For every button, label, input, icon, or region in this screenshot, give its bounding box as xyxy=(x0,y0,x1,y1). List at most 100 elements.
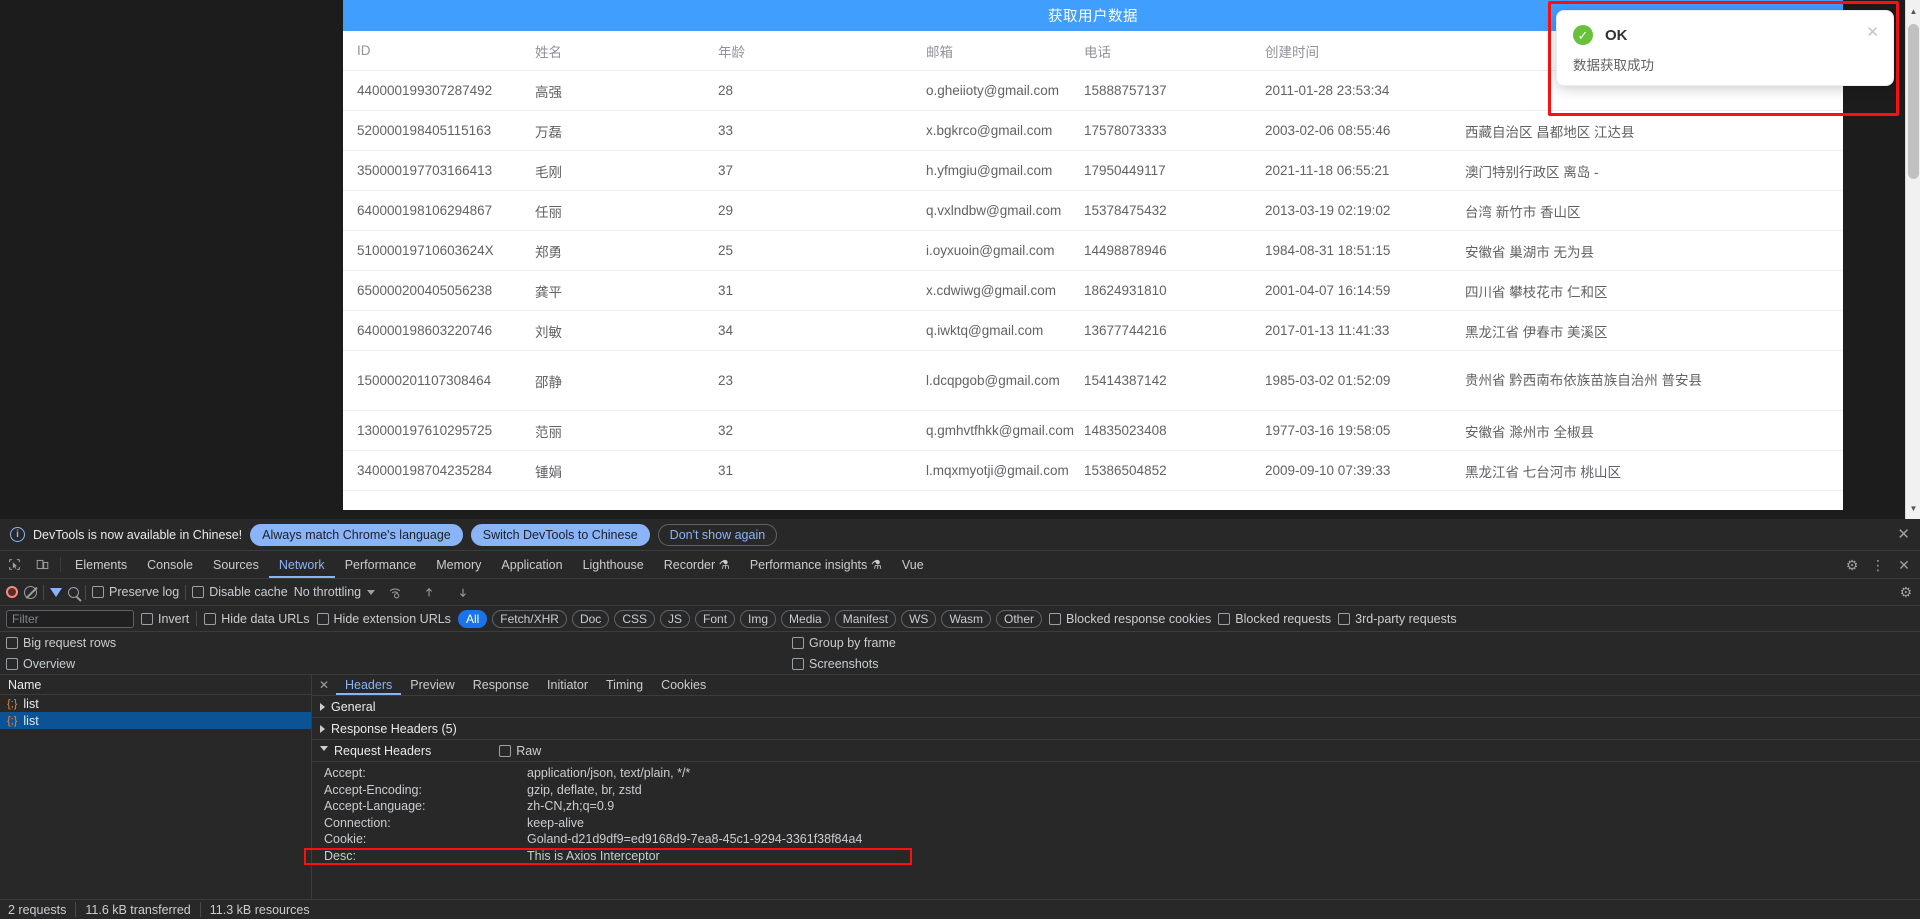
banner-close-icon[interactable]: ✕ xyxy=(1897,527,1910,542)
requests-list-panel: Name {;} list {;} list xyxy=(0,675,312,900)
raw-checkbox[interactable]: Raw xyxy=(499,744,541,758)
cell-phone: 18624931810 xyxy=(1084,283,1167,298)
request-header-value: keep-alive xyxy=(527,815,584,830)
type-filter-manifest[interactable]: Manifest xyxy=(834,609,897,628)
cell-age: 28 xyxy=(718,83,734,98)
detail-tab-initiator[interactable]: Initiator xyxy=(538,675,597,695)
json-file-icon: {;} xyxy=(7,697,18,710)
cell-id: 130000197610295725 xyxy=(357,423,493,438)
filter-icon[interactable] xyxy=(50,587,62,597)
chevron-right-icon xyxy=(320,724,325,733)
devtools-tab-lighthouse[interactable]: Lighthouse xyxy=(573,551,654,578)
type-filter-doc[interactable]: Doc xyxy=(571,609,610,628)
requests-column-header: Name xyxy=(0,675,311,695)
import-har-icon[interactable] xyxy=(415,586,443,599)
scroll-up-icon[interactable]: ▲ xyxy=(1906,3,1920,19)
detail-tab-cookies[interactable]: Cookies xyxy=(652,675,715,695)
search-icon[interactable] xyxy=(68,586,79,598)
type-filter-ws[interactable]: WS xyxy=(901,609,937,628)
cell-age: 23 xyxy=(718,373,734,388)
preserve-log-checkbox[interactable]: Preserve log xyxy=(92,585,179,599)
devtools-tab-console[interactable]: Console xyxy=(137,551,203,578)
devtools-tab-sources[interactable]: Sources xyxy=(203,551,269,578)
third-party-requests-label: 3rd-party requests xyxy=(1355,611,1457,626)
more-options-icon[interactable]: ⋮ xyxy=(1866,557,1890,574)
network-conditions-icon[interactable] xyxy=(381,586,409,599)
switch-to-chinese-button[interactable]: Switch DevTools to Chinese xyxy=(470,523,650,546)
chevron-right-icon xyxy=(320,702,325,711)
always-match-language-button[interactable]: Always match Chrome's language xyxy=(250,523,463,546)
filter-input[interactable] xyxy=(6,609,134,628)
scrollbar-thumb[interactable] xyxy=(1908,24,1919,179)
devtools-tab-application[interactable]: Application xyxy=(491,551,572,578)
section-general-label: General xyxy=(331,699,376,714)
devtools-tab-performance-insights[interactable]: Performance insights ⚗ xyxy=(740,551,892,578)
type-filter-js[interactable]: JS xyxy=(660,609,691,628)
devtools-tab-vue[interactable]: Vue xyxy=(892,551,934,578)
detail-tab-preview[interactable]: Preview xyxy=(401,675,463,695)
hide-extension-urls-checkbox[interactable]: Hide extension URLs xyxy=(316,612,451,626)
devtools-tab-memory[interactable]: Memory xyxy=(426,551,491,578)
cell-address: 黑龙江省 伊春市 美溪区 xyxy=(1465,324,1608,340)
section-general[interactable]: General xyxy=(312,696,1920,718)
gear-icon[interactable]: ⚙ xyxy=(1840,557,1864,574)
type-filter-media[interactable]: Media xyxy=(781,609,830,628)
screenshots-checkbox[interactable]: Screenshots xyxy=(792,657,878,671)
invert-label: Invert xyxy=(158,611,190,626)
blocked-requests-label: Blocked requests xyxy=(1235,611,1332,626)
detail-tab-headers[interactable]: Headers xyxy=(336,675,401,695)
export-har-icon[interactable] xyxy=(449,586,477,599)
cell-id: 150000201107308464 xyxy=(357,373,492,388)
overview-checkbox[interactable]: Overview xyxy=(6,657,75,671)
type-filter-all[interactable]: All xyxy=(457,609,488,628)
scroll-down-icon[interactable]: ▼ xyxy=(1906,500,1920,516)
detail-tab-timing[interactable]: Timing xyxy=(597,675,652,695)
type-filter-other[interactable]: Other xyxy=(996,609,1043,628)
network-toolbar: Preserve log Disable cache No throttling… xyxy=(0,579,1920,606)
cell-email: x.cdwiwg@gmail.com xyxy=(926,283,1056,298)
devtools-tab-recorder[interactable]: Recorder ⚗ xyxy=(654,551,740,578)
clear-icon[interactable] xyxy=(24,585,37,599)
detail-tab-response[interactable]: Response xyxy=(464,675,538,695)
big-request-rows-checkbox[interactable]: Big request rows xyxy=(6,636,116,650)
cell-id: 340000198704235284 xyxy=(357,463,493,478)
status-resources: 11.3 kB resources xyxy=(209,902,310,917)
dont-show-again-button[interactable]: Don't show again xyxy=(657,523,778,546)
type-filter-css[interactable]: CSS xyxy=(614,609,655,628)
throttling-select[interactable]: No throttling xyxy=(294,585,361,599)
record-icon[interactable] xyxy=(6,586,18,598)
type-filter-img[interactable]: Img xyxy=(740,609,777,628)
detail-close-icon[interactable]: ✕ xyxy=(312,675,336,695)
toast-close-icon[interactable]: ✕ xyxy=(1866,25,1879,40)
type-filter-font[interactable]: Font xyxy=(695,609,736,628)
cell-age: 32 xyxy=(718,423,734,438)
request-list-item[interactable]: {;} list xyxy=(0,712,311,729)
chevron-down-icon xyxy=(320,746,328,755)
third-party-requests-checkbox[interactable]: 3rd-party requests xyxy=(1338,611,1457,626)
devtools-tab-elements[interactable]: Elements xyxy=(65,551,137,578)
devtools-tab-performance[interactable]: Performance xyxy=(335,551,427,578)
cell-id: 350000197703166413 xyxy=(357,163,493,178)
section-response-headers[interactable]: Response Headers (5) xyxy=(312,718,1920,740)
devtools-close-icon[interactable]: ✕ xyxy=(1892,557,1916,574)
blocked-response-cookies-checkbox[interactable]: Blocked response cookies xyxy=(1049,612,1211,626)
request-list-item[interactable]: {;} list xyxy=(0,695,311,712)
overview-line: Overview Screenshots xyxy=(0,653,1920,674)
inspect-element-icon[interactable] xyxy=(0,551,28,578)
section-request-headers[interactable]: Request Headers Raw xyxy=(312,740,1920,762)
type-filter-fetch-xhr[interactable]: Fetch/XHR xyxy=(492,609,567,628)
checkbox-box xyxy=(192,586,205,598)
devtools-tab-network[interactable]: Network xyxy=(269,551,335,578)
blocked-requests-checkbox[interactable]: Blocked requests xyxy=(1218,612,1331,626)
type-filter-wasm[interactable]: Wasm xyxy=(941,609,991,628)
hide-data-urls-checkbox[interactable]: Hide data URLs xyxy=(204,612,310,626)
network-settings-gear-icon[interactable]: ⚙ xyxy=(1899,584,1912,601)
page-scrollbar[interactable]: ▲ ▼ xyxy=(1905,0,1920,519)
group-by-frame-checkbox[interactable]: Group by frame xyxy=(792,636,896,650)
invert-checkbox[interactable]: Invert xyxy=(141,612,189,626)
chevron-down-icon[interactable] xyxy=(367,589,376,595)
disable-cache-checkbox[interactable]: Disable cache xyxy=(192,585,288,599)
device-toolbar-icon[interactable] xyxy=(28,551,56,578)
cell-email: l.mqxmyotji@gmail.com xyxy=(926,463,1069,478)
cell-name: 任丽 xyxy=(535,204,562,220)
